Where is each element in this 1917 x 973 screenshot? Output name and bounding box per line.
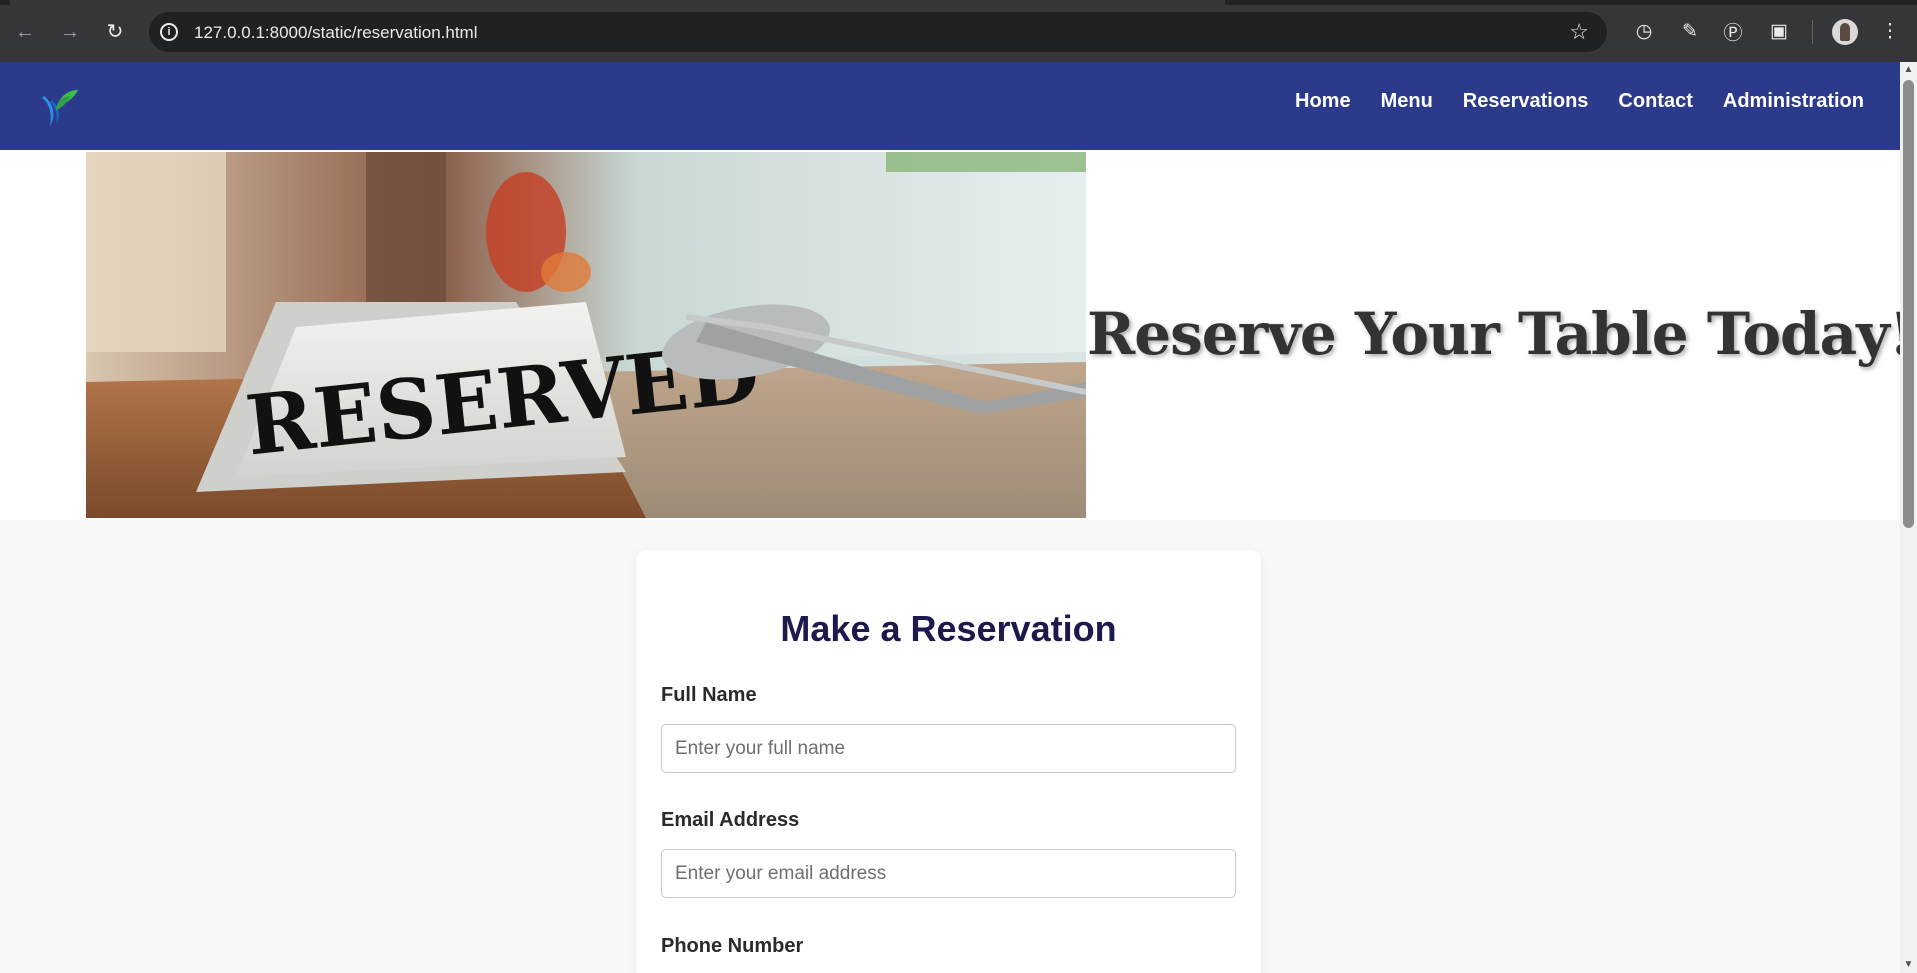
active-tab[interactable]	[10, 0, 1225, 5]
eyedropper-extension-icon[interactable]: ✎	[1676, 17, 1704, 45]
nav-link-home[interactable]: Home	[1295, 90, 1351, 113]
scroll-up-arrow-icon[interactable]: ▲	[1900, 62, 1917, 78]
nav-link-reservations[interactable]: Reservations	[1463, 90, 1589, 113]
grammarly-extension-icon[interactable]: Ⓟ	[1719, 17, 1747, 45]
page-viewport: Home Menu Reservations Contact Administr…	[0, 62, 1900, 973]
reserved-sign-image: RESERVED	[86, 152, 1086, 518]
nav-link-contact[interactable]: Contact	[1618, 90, 1692, 113]
bookmark-star-icon[interactable]: ☆	[1569, 19, 1589, 45]
browser-menu-icon[interactable]: ⋮	[1876, 17, 1904, 45]
profile-avatar[interactable]	[1832, 19, 1858, 45]
email-input[interactable]	[661, 849, 1236, 898]
site-logo-icon[interactable]	[36, 86, 80, 130]
toolbar-divider	[1812, 20, 1813, 44]
hero-title: Reserve Your Table Today!	[1087, 300, 1900, 368]
full-name-label: Full Name	[661, 684, 757, 706]
nav-links: Home Menu Reservations Contact Administr…	[1295, 90, 1864, 113]
email-label: Email Address	[661, 809, 800, 831]
full-name-input[interactable]	[661, 724, 1236, 773]
site-navbar: Home Menu Reservations Contact Administr…	[0, 62, 1900, 150]
reservation-form-card: Make a Reservation Full Name Email Addre…	[636, 550, 1261, 973]
address-bar[interactable]: i 127.0.0.1:8000/static/reservation.html…	[149, 12, 1607, 52]
scroll-down-arrow-icon[interactable]: ▼	[1900, 957, 1917, 973]
back-icon[interactable]: ←	[10, 17, 40, 47]
tab-strip	[0, 0, 1917, 5]
forward-icon[interactable]: →	[55, 17, 85, 47]
nav-link-administration[interactable]: Administration	[1723, 90, 1864, 113]
scroll-thumb[interactable]	[1903, 80, 1914, 528]
form-title: Make a Reservation	[780, 608, 1117, 649]
hero-section: RESERVED Reserve Your Table Today!	[0, 150, 1900, 520]
compass-extension-icon[interactable]: ◷	[1630, 17, 1658, 45]
browser-toolbar: ← → ↻ i 127.0.0.1:8000/static/reservatio…	[0, 0, 1917, 62]
extensions-puzzle-icon[interactable]: ▣	[1765, 17, 1793, 45]
nav-link-menu[interactable]: Menu	[1381, 90, 1433, 113]
phone-label: Phone Number	[661, 935, 804, 957]
page-scrollbar[interactable]: ▲ ▼	[1900, 62, 1917, 973]
reload-icon[interactable]: ↻	[100, 17, 130, 47]
site-info-icon[interactable]: i	[160, 23, 178, 41]
url-text[interactable]: 127.0.0.1:8000/static/reservation.html	[194, 23, 478, 43]
